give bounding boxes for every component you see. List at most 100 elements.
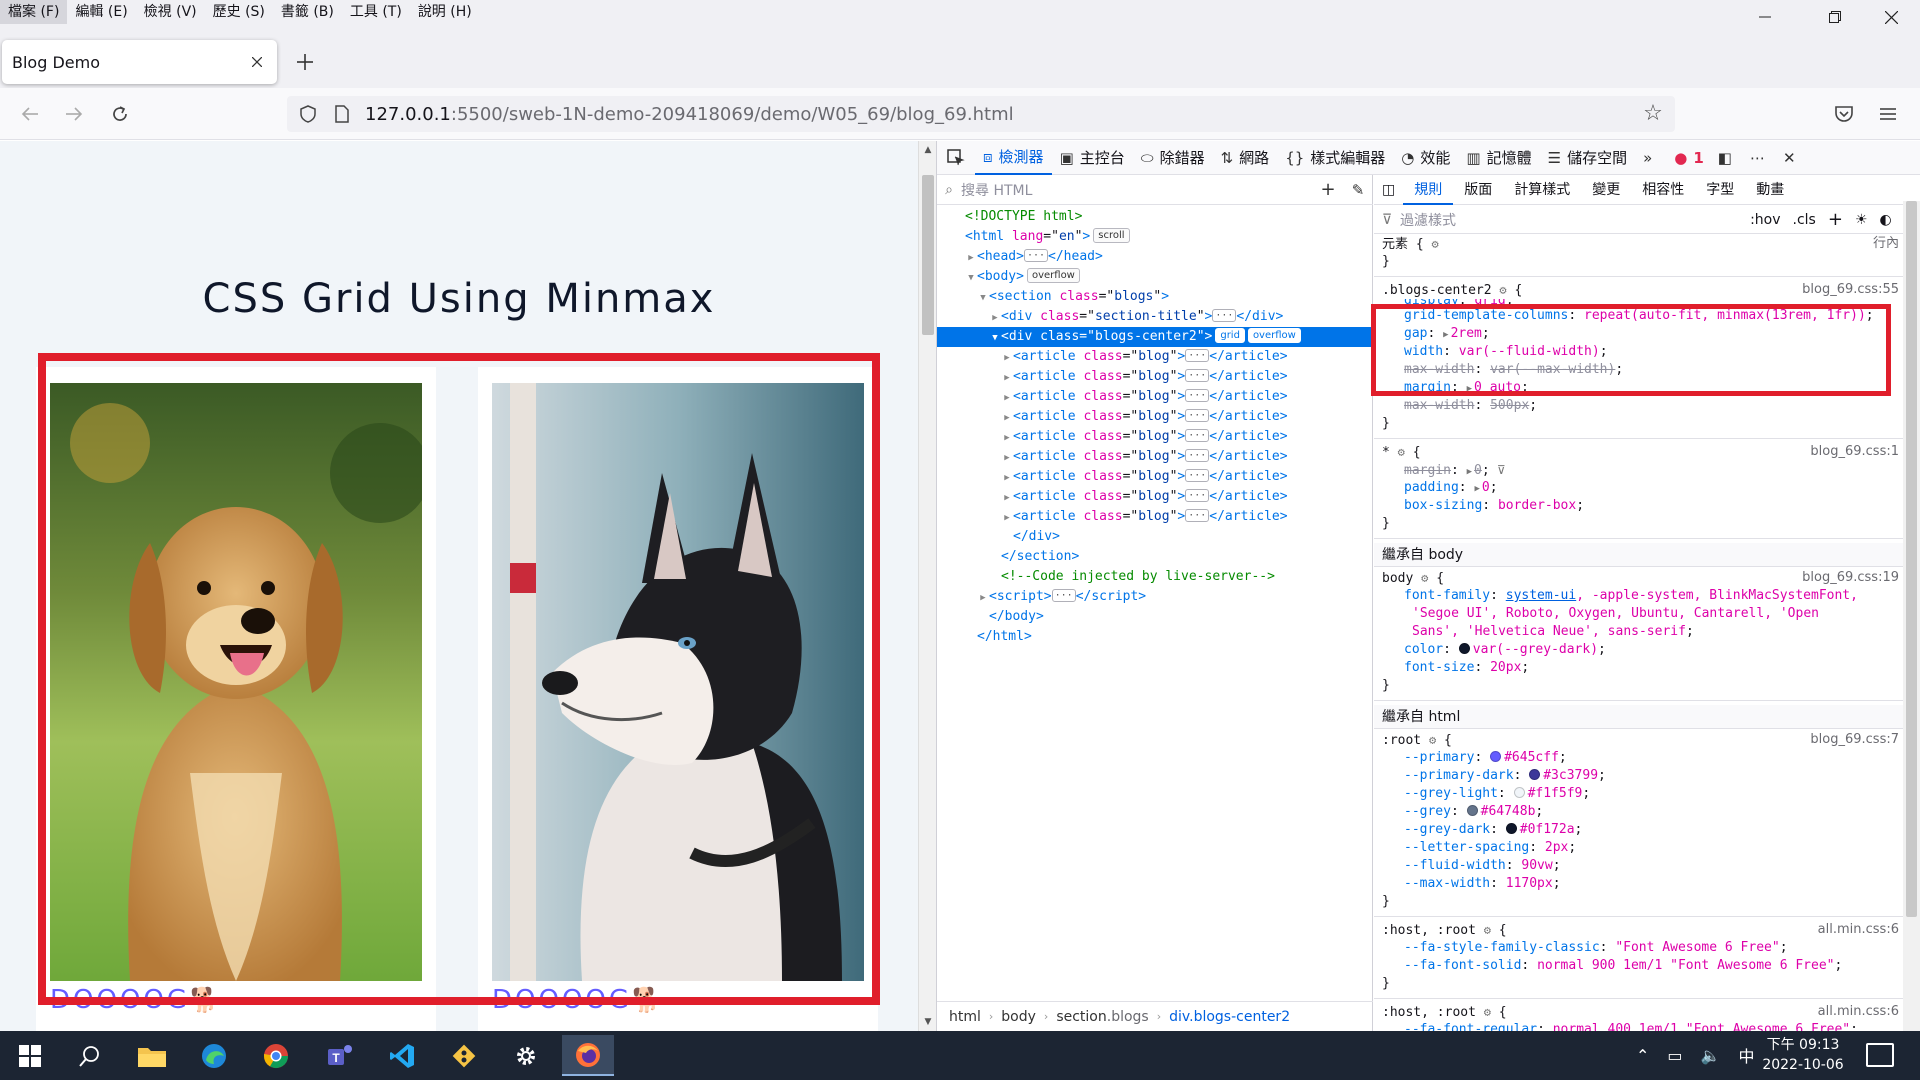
html-search-bar[interactable]: ⌕ 搜尋 HTML + ✎	[937, 175, 1373, 205]
collapsed-ellipsis[interactable]: ···	[1185, 469, 1210, 482]
declaration[interactable]: padding: ▶ 0;	[1374, 479, 1920, 497]
toggle-sidebar-button[interactable]: ◫	[1374, 175, 1403, 205]
markup-node[interactable]: ▶ <head> ··· </head>	[937, 247, 1373, 267]
rules-scrollbar[interactable]	[1903, 201, 1920, 1031]
expand-arrow-icon[interactable]: ▶	[1474, 484, 1479, 494]
url-text[interactable]: 127.0.0.1:5500/sweb-1N-demo-209418069/de…	[365, 104, 1014, 125]
element-rule[interactable]: 元素 { ⚙ 行內	[1374, 235, 1920, 253]
network-icon[interactable]: ▭	[1667, 1046, 1682, 1065]
firefox-button[interactable]	[562, 1035, 614, 1076]
collapse-arrow-icon[interactable]: ▶	[1001, 408, 1013, 428]
rule-source[interactable]: blog_69.css:7	[1810, 731, 1899, 749]
start-button[interactable]	[4, 1035, 56, 1076]
declaration[interactable]: --fa-font-solid: normal 900 1em/1 "Font …	[1374, 957, 1920, 975]
cls-toggle[interactable]: .cls	[1787, 212, 1822, 228]
markup-node[interactable]: ▶ <article class="blog"> ··· </article>	[937, 347, 1373, 367]
breadcrumb-item[interactable]: body	[1001, 1009, 1036, 1025]
collapsed-ellipsis[interactable]: ···	[1185, 509, 1210, 522]
html-search-input[interactable]: 搜尋 HTML	[961, 180, 1313, 200]
page-scrollbar[interactable]: ▲ ▼	[918, 141, 936, 1031]
rule-header[interactable]: :host, :root ⚙ {all.min.css:6	[1374, 921, 1920, 939]
tab-layout[interactable]: 版面	[1453, 175, 1503, 205]
collapsed-ellipsis[interactable]: ···	[1185, 409, 1210, 422]
expand-arrow-icon[interactable]: ▼	[977, 288, 989, 308]
collapsed-ellipsis[interactable]: ···	[1185, 369, 1210, 382]
menu-tools[interactable]: 工具 (T)	[342, 0, 410, 24]
eyedropper-icon[interactable]: ✎	[1343, 181, 1373, 199]
node-badge[interactable]: grid	[1215, 328, 1245, 343]
filter-icon[interactable]: ⊽	[1490, 463, 1506, 477]
menu-view[interactable]: 檢視 (V)	[136, 0, 205, 24]
color-swatch[interactable]	[1513, 787, 1525, 798]
tab-close-button[interactable]	[247, 52, 267, 72]
rule-source[interactable]: all.min.css:6	[1818, 921, 1899, 939]
collapsed-ellipsis[interactable]: ···	[1212, 309, 1237, 322]
rule-source[interactable]: blog_69.css:1	[1810, 443, 1899, 461]
page-icon[interactable]	[329, 101, 355, 127]
tab-fonts[interactable]: 字型	[1695, 175, 1745, 205]
scroll-down-icon[interactable]: ▼	[919, 1013, 937, 1031]
pocket-button[interactable]	[1828, 98, 1860, 130]
git-client-button[interactable]	[438, 1035, 490, 1076]
declaration[interactable]: font-family: system-ui, -apple-system, B…	[1374, 587, 1920, 605]
rule-header[interactable]: :root ⚙ {blog_69.css:7	[1374, 731, 1920, 749]
rule-source[interactable]: blog_69.css:19	[1802, 569, 1899, 587]
styles-filter-input[interactable]: 過濾樣式	[1400, 210, 1744, 230]
app-menu-button[interactable]	[1872, 98, 1904, 130]
collapse-arrow-icon[interactable]: ▶	[1001, 388, 1013, 408]
tab-storage[interactable]: ☰ 儲存空間	[1540, 141, 1635, 175]
node-badge[interactable]: overflow	[1247, 328, 1301, 343]
collapse-arrow-icon[interactable]: ▶	[1001, 488, 1013, 508]
color-swatch[interactable]	[1505, 823, 1517, 834]
rule-source[interactable]: blog_69.css:55	[1802, 281, 1899, 299]
color-swatch[interactable]	[1466, 805, 1478, 816]
dock-button[interactable]: ◧	[1712, 141, 1744, 175]
gear-icon[interactable]: ⚙	[1429, 733, 1436, 747]
teams-button[interactable]: T	[314, 1035, 366, 1076]
collapsed-ellipsis[interactable]: ···	[1185, 429, 1210, 442]
node-badge[interactable]: scroll	[1093, 228, 1130, 243]
collapse-arrow-icon[interactable]: ▶	[1001, 368, 1013, 388]
notification-center-icon[interactable]	[1866, 1043, 1894, 1067]
declaration[interactable]: font-size: 20px;	[1374, 659, 1920, 677]
declaration[interactable]: max-width: 500px;	[1374, 397, 1920, 415]
menu-file[interactable]: 檔案 (F)	[0, 0, 68, 24]
collapsed-ellipsis[interactable]: ···	[1185, 389, 1210, 402]
reload-button[interactable]	[104, 98, 136, 130]
markup-node[interactable]: ▶ <div class="section-title"> ··· </div>	[937, 307, 1373, 327]
menu-edit[interactable]: 編輯 (E)	[67, 0, 135, 24]
declaration[interactable]: --fluid-width: 90vw;	[1374, 857, 1920, 875]
menu-help[interactable]: 說明 (H)	[410, 0, 480, 24]
file-explorer-button[interactable]	[126, 1035, 178, 1076]
declaration[interactable]: --grey-dark: #0f172a;	[1374, 821, 1920, 839]
back-button[interactable]	[14, 98, 46, 130]
markup-node[interactable]: <html lang="en"> scroll	[937, 227, 1373, 247]
expand-arrow-icon[interactable]: ▼	[965, 268, 977, 288]
collapse-arrow-icon[interactable]: ▶	[1001, 428, 1013, 448]
markup-node[interactable]: ▶ <article class="blog"> ··· </article>	[937, 427, 1373, 447]
bookmark-star-icon[interactable]: ☆	[1639, 100, 1667, 128]
declaration[interactable]: box-sizing: border-box;	[1374, 497, 1920, 515]
markup-node[interactable]: ▶ <script> ··· </script>	[937, 587, 1373, 607]
expand-arrow-icon[interactable]: ▼	[989, 328, 1001, 348]
selected-node[interactable]: ▼ <div class="blogs-center2"> grid overflow	[937, 327, 1373, 347]
tab-console[interactable]: ▣ 主控台	[1052, 141, 1133, 175]
collapse-arrow-icon[interactable]: ▶	[989, 308, 1001, 328]
gear-icon[interactable]: ⚙	[1484, 923, 1491, 937]
declaration[interactable]: --primary-dark: #3c3799;	[1374, 767, 1920, 785]
declaration[interactable]: --grey: #64748b;	[1374, 803, 1920, 821]
add-node-button[interactable]: +	[1313, 179, 1343, 200]
close-devtools-button[interactable]: ✕	[1777, 141, 1808, 175]
edge-button[interactable]	[188, 1035, 240, 1076]
markup-node[interactable]: ▶ <article class="blog"> ··· </article>	[937, 407, 1373, 427]
markup-node[interactable]: </div>	[937, 527, 1373, 547]
hov-toggle[interactable]: :hov	[1744, 212, 1786, 228]
add-rule-button[interactable]: +	[1822, 209, 1849, 230]
node-badge[interactable]: overflow	[1026, 268, 1080, 283]
scroll-thumb[interactable]	[922, 175, 934, 335]
declaration[interactable]: --max-width: 1170px;	[1374, 875, 1920, 893]
color-swatch[interactable]	[1458, 643, 1470, 654]
markup-node[interactable]: </body>	[937, 607, 1373, 627]
gear-icon[interactable]: ⚙	[1484, 1005, 1491, 1019]
gear-icon[interactable]: ⚙	[1432, 237, 1439, 251]
